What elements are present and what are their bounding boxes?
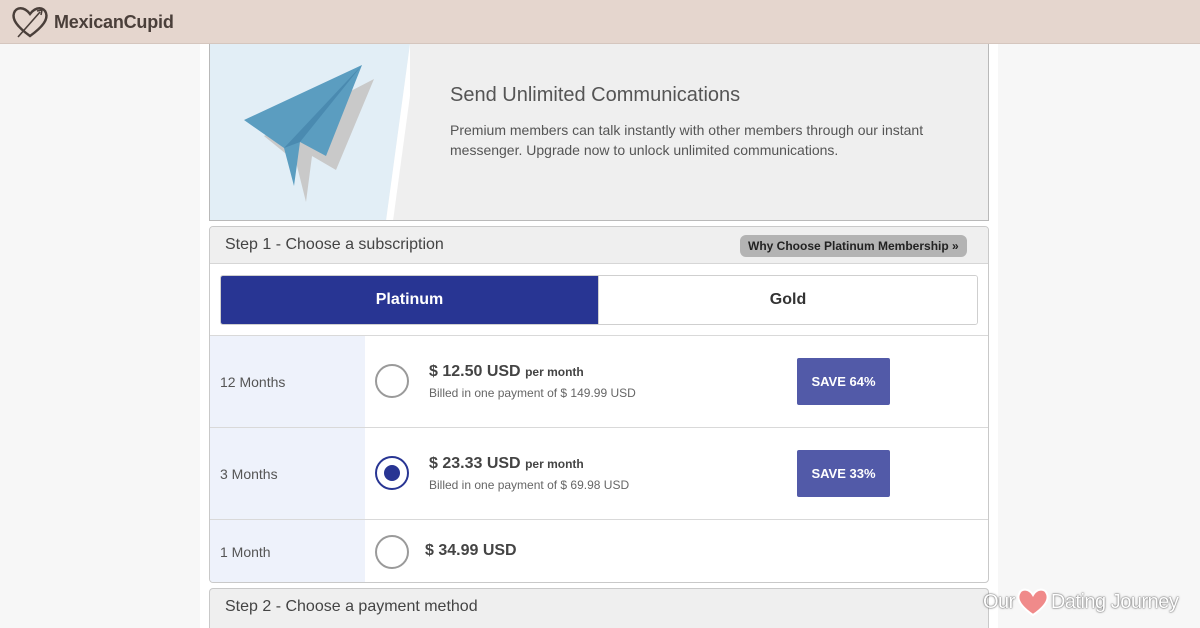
watermark: Our Dating Journey <box>983 588 1179 617</box>
price-per: per month <box>525 365 584 379</box>
top-bar: MexicanCupid <box>0 0 1200 44</box>
price-per: per month <box>525 457 584 471</box>
payment-method-panel: Step 2 - Choose a payment method <box>209 588 989 628</box>
save-badge: SAVE 64% <box>797 358 890 405</box>
plan-price: $ 23.33 USD per month <box>429 455 584 473</box>
hero-banner: Send Unlimited Communications Premium me… <box>209 44 989 221</box>
why-platinum-button[interactable]: Why Choose Platinum Membership » <box>740 235 967 257</box>
left-gutter <box>0 44 200 628</box>
heart-icon <box>1017 588 1049 617</box>
step2-title: Step 2 - Choose a payment method <box>225 598 478 615</box>
save-badge: SAVE 33% <box>797 450 890 497</box>
plan-row-1-month[interactable]: 1 Month $ 34.99 USD <box>210 519 988 582</box>
price-amount: $ 34.99 USD <box>425 542 517 559</box>
price-amount: $ 12.50 USD <box>429 363 521 380</box>
plan-radio-3-months[interactable] <box>375 456 409 490</box>
plan-duration: 12 Months <box>210 336 365 427</box>
watermark-left: Our <box>983 590 1015 613</box>
plan-duration: 3 Months <box>210 428 365 519</box>
plan-price: $ 12.50 USD per month <box>429 363 584 381</box>
heart-logo-icon <box>12 7 48 38</box>
hero-title: Send Unlimited Communications <box>450 84 741 106</box>
brand-name: MexicanCupid <box>54 11 174 32</box>
paper-plane-icon <box>210 44 410 220</box>
hero-description: Premium members can talk instantly with … <box>450 122 924 158</box>
plan-row-12-months[interactable]: 12 Months $ 12.50 USD per month Billed i… <box>210 335 988 427</box>
brand-logo[interactable]: MexicanCupid <box>10 4 174 40</box>
step1-title: Step 1 - Choose a subscription <box>225 236 444 253</box>
right-gutter <box>998 44 1200 628</box>
tab-gold[interactable]: Gold <box>598 276 977 324</box>
price-amount: $ 23.33 USD <box>429 455 521 472</box>
tab-platinum[interactable]: Platinum <box>221 276 598 324</box>
plan-price: $ 34.99 USD <box>425 542 517 560</box>
subscription-panel: Step 1 - Choose a subscription Why Choos… <box>209 226 989 583</box>
watermark-right: Dating Journey <box>1050 590 1179 613</box>
plan-billed-text: Billed in one payment of $ 69.98 USD <box>429 478 630 492</box>
plan-duration: 1 Month <box>210 520 365 582</box>
plan-radio-1-month[interactable] <box>375 535 409 569</box>
plan-row-3-months[interactable]: 3 Months $ 23.33 USD per month Billed in… <box>210 427 988 519</box>
step1-header: Step 1 - Choose a subscription Why Choos… <box>210 227 988 264</box>
plan-radio-12-months[interactable] <box>375 364 409 398</box>
plan-tier-tabs: Platinum Gold <box>220 275 978 325</box>
plan-billed-text: Billed in one payment of $ 149.99 USD <box>429 386 636 400</box>
